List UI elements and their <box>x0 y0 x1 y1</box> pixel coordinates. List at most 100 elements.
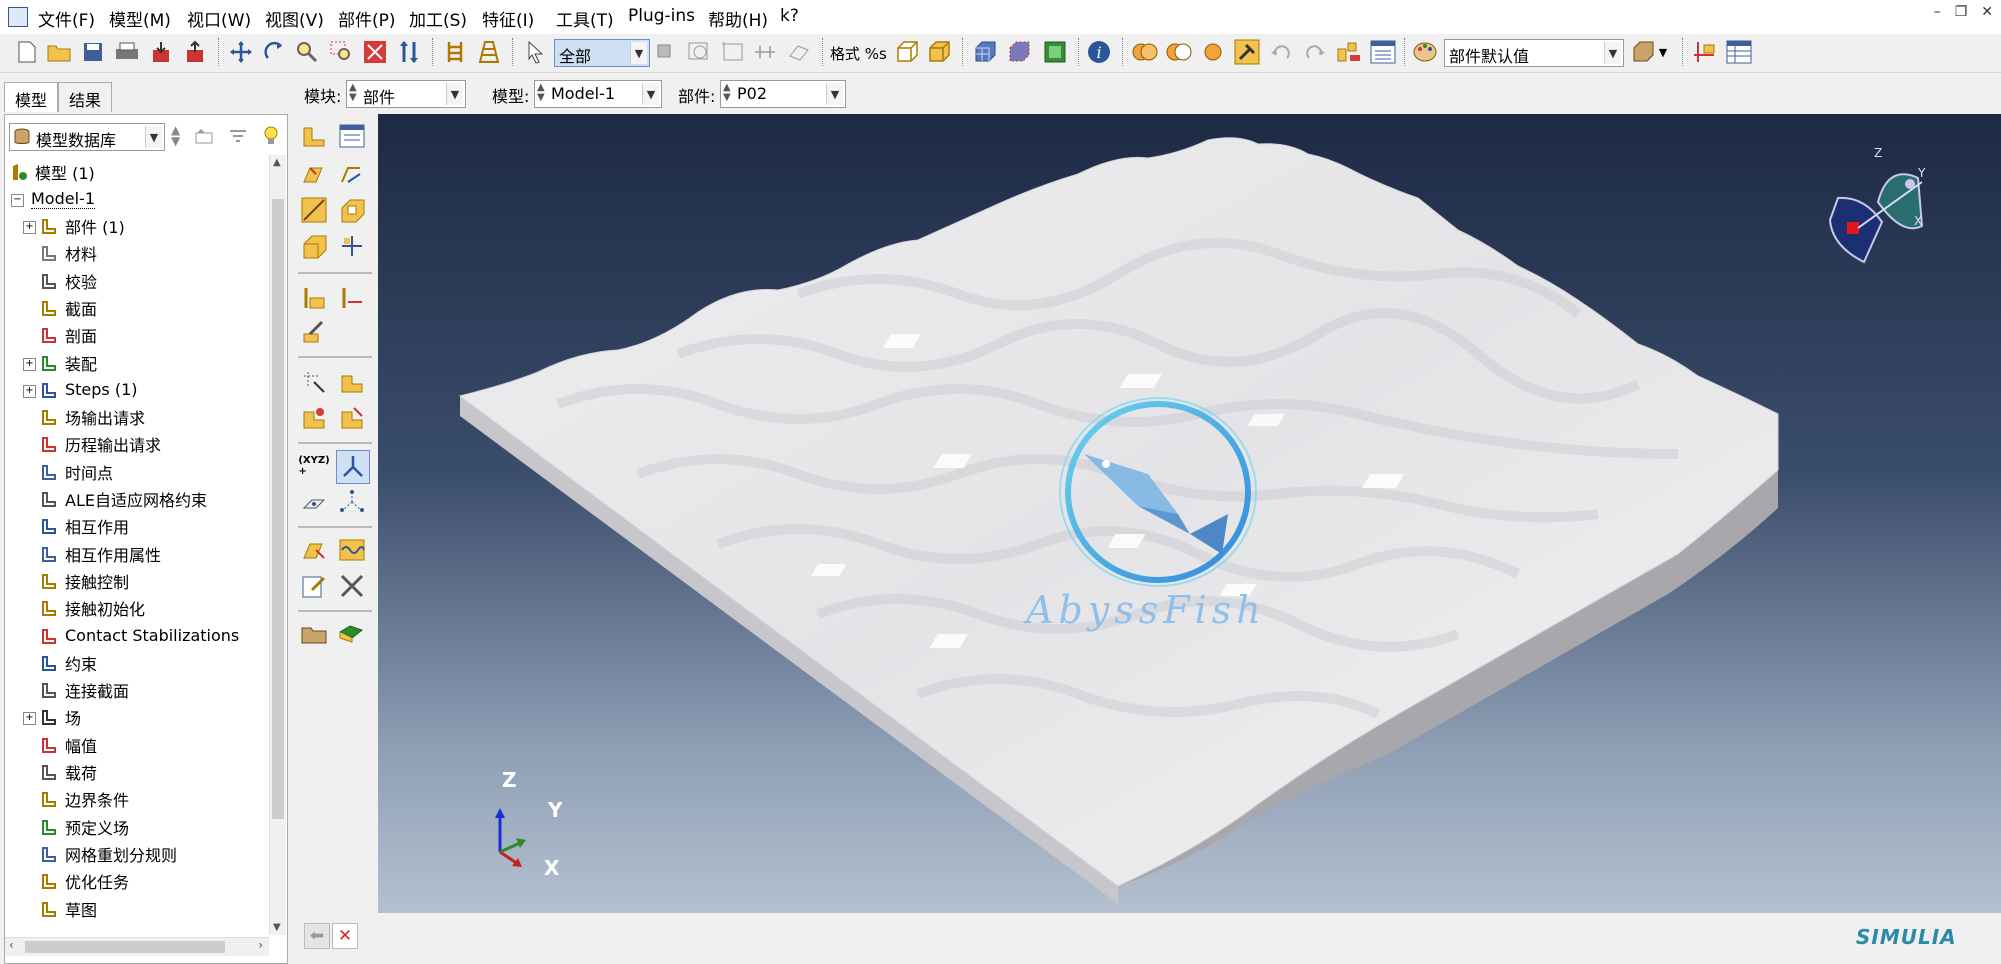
tree-item[interactable]: 边界条件 <box>31 786 129 812</box>
select-cursor-icon[interactable] <box>520 37 550 67</box>
sketch-edit-icon[interactable] <box>298 316 330 348</box>
select-in-icon[interactable] <box>684 37 714 67</box>
datum-axis-icon[interactable] <box>336 282 368 314</box>
tree-item[interactable]: Contact Stabilizations <box>31 623 239 649</box>
tree-item[interactable]: 场输出请求 <box>31 404 145 430</box>
part-manager-icon[interactable] <box>336 120 368 152</box>
boolean-cut-icon[interactable] <box>1164 37 1194 67</box>
select-options-icon[interactable] <box>650 37 680 67</box>
scroll-up-icon[interactable]: ▲ <box>273 157 281 168</box>
part-instance-icon[interactable] <box>1628 37 1658 67</box>
query-point-icon[interactable] <box>298 366 330 398</box>
set-cursor-icon[interactable] <box>1690 37 1720 67</box>
undo-icon[interactable] <box>1266 37 1296 67</box>
menu-shape[interactable]: 加工(S) <box>409 6 467 31</box>
reference-point-icon[interactable] <box>336 366 368 398</box>
tree-filter-icon[interactable] <box>227 127 249 150</box>
tree-item[interactable]: + Steps (1) <box>23 377 138 403</box>
menu-view[interactable]: 视图(V) <box>265 6 324 31</box>
restore-icon[interactable]: ❐ <box>1955 4 1968 20</box>
tree-item[interactable]: + 场 <box>23 704 81 730</box>
pan-icon[interactable] <box>226 37 256 67</box>
collapse-icon[interactable]: − <box>11 194 24 207</box>
tree-item[interactable]: 时间点 <box>31 459 113 485</box>
partition-icon[interactable] <box>336 230 368 262</box>
color-palette-icon[interactable] <box>1410 37 1440 67</box>
tree-model-node[interactable]: − Model-1 <box>9 186 95 212</box>
export-icon[interactable] <box>180 37 210 67</box>
menu-viewport[interactable]: 视口(W) <box>187 6 251 31</box>
menu-feature[interactable]: 特征(I) <box>482 6 534 31</box>
model-select[interactable]: ▲ ▼ Model-1 ▼ <box>534 80 662 108</box>
render-shaded-icon[interactable] <box>1040 37 1070 67</box>
display-list-icon[interactable] <box>1368 37 1398 67</box>
new-file-icon[interactable] <box>12 37 42 67</box>
menu-part[interactable]: 部件(P) <box>338 6 396 31</box>
shaded-box-icon[interactable] <box>924 37 954 67</box>
edit-feature-icon[interactable] <box>298 534 330 566</box>
tree-item[interactable]: 校验 <box>31 268 97 294</box>
box-zoom-icon[interactable] <box>326 37 356 67</box>
scrollbar-thumb[interactable] <box>272 199 284 819</box>
load-geometry-icon[interactable] <box>336 618 368 650</box>
select-box-icon[interactable] <box>718 37 748 67</box>
database-select[interactable]: 模型数据库 ▼ <box>9 123 165 151</box>
zoom-icon[interactable] <box>292 37 322 67</box>
tree-item[interactable]: 截面 <box>31 295 97 321</box>
hidden-lines-icon[interactable] <box>1004 37 1034 67</box>
select-chain-icon[interactable] <box>750 37 780 67</box>
shell-extrude-icon[interactable] <box>336 158 368 190</box>
blend-icon[interactable] <box>298 230 330 262</box>
format-label[interactable]: 格式 %s <box>830 43 887 64</box>
scrollbar-thumb[interactable] <box>25 941 225 953</box>
set-assign-icon[interactable] <box>298 402 330 434</box>
vertical-scrollbar[interactable]: ▲ ▼ <box>269 155 286 935</box>
tree-item[interactable]: 优化任务 <box>31 868 129 894</box>
redo-icon[interactable] <box>1300 37 1330 67</box>
tree-item[interactable]: 预定义场 <box>31 814 129 840</box>
previous-arrow-icon[interactable]: ⬅ <box>304 923 330 949</box>
select-drag-icon[interactable] <box>784 37 814 67</box>
wave-feature-icon[interactable] <box>336 534 368 566</box>
rotate-icon[interactable] <box>260 37 290 67</box>
tree-item[interactable]: ALE自适应网格约束 <box>31 486 207 512</box>
tree-item[interactable]: 草图 <box>31 896 97 922</box>
sphere-icon[interactable] <box>1198 37 1228 67</box>
view-stack-icon[interactable] <box>474 37 504 67</box>
chevron-down-icon[interactable]: ▼ <box>1656 37 1670 67</box>
edit-sketch-icon[interactable] <box>298 570 330 602</box>
tab-results[interactable]: 结果 <box>58 82 113 112</box>
tree-item[interactable]: 约束 <box>31 650 97 676</box>
graphics-viewport[interactable]: AbyssFish Z Y X Z Y X <box>378 114 2001 913</box>
expand-icon[interactable]: + <box>23 221 36 234</box>
expand-icon[interactable]: + <box>23 384 36 398</box>
menu-plugins[interactable]: Plug-ins <box>628 6 695 26</box>
solid-extrude-icon[interactable] <box>298 158 330 190</box>
tree-item[interactable]: + 部件 (1) <box>23 213 125 239</box>
hammer-icon[interactable] <box>1232 37 1262 67</box>
open-folder-icon[interactable] <box>44 37 74 67</box>
datum-csys-icon[interactable] <box>336 450 370 484</box>
import-icon[interactable] <box>146 37 176 67</box>
surface-assign-icon[interactable] <box>336 402 368 434</box>
color-code-select[interactable]: 部件默认值 ▼ <box>1444 39 1624 67</box>
tree-up-icon[interactable] <box>193 127 215 150</box>
part-select[interactable]: ▲ ▼ P02 ▼ <box>720 80 846 108</box>
xyz-csys-icon[interactable]: (XYZ) + <box>296 450 332 482</box>
cancel-procedure-icon[interactable]: ✕ <box>332 923 358 949</box>
save-icon[interactable] <box>78 37 108 67</box>
tree-item[interactable]: 剖面 <box>31 322 97 348</box>
wire-icon[interactable] <box>298 194 330 226</box>
module-select[interactable]: ▲ ▼ 部件 ▼ <box>346 80 466 108</box>
tree-item[interactable]: 历程输出请求 <box>31 431 161 457</box>
tree-item[interactable]: 接触控制 <box>31 568 129 594</box>
tree-item[interactable]: + 装配 <box>23 350 97 376</box>
horizontal-scrollbar[interactable]: ‹ › <box>5 937 269 956</box>
boolean-union-icon[interactable] <box>1130 37 1160 67</box>
tree-item[interactable]: 载荷 <box>31 759 97 785</box>
features-icon[interactable] <box>1334 37 1364 67</box>
query-info-icon[interactable]: i <box>1084 37 1114 67</box>
scroll-right-icon[interactable]: › <box>258 938 263 952</box>
cut-extrude-icon[interactable] <box>336 194 368 226</box>
print-icon[interactable] <box>112 37 142 67</box>
